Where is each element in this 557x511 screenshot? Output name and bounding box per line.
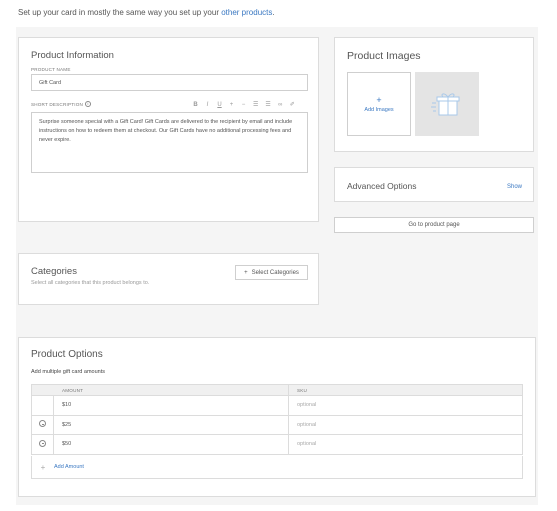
add-images-plus-icon: + (376, 95, 382, 105)
product-images-card: Product Images + Add Images (334, 37, 534, 152)
amount-input[interactable]: $10 (53, 395, 289, 416)
select-categories-plus-icon: + (244, 269, 248, 276)
minus-circle-icon (39, 439, 46, 447)
go-to-product-page-label: Go to product page (408, 222, 460, 228)
product-information-card: Product Information PRODUCT NAME Gift Ca… (18, 37, 319, 222)
short-description-textarea[interactable]: Surprise someone special with a Gift Car… (31, 112, 308, 173)
add-amount-plus-icon[interactable]: + (32, 463, 54, 472)
amount-input[interactable]: $25 (53, 414, 289, 435)
add-images-button[interactable]: + Add Images (347, 72, 411, 136)
table-row: $10 optional (31, 395, 523, 416)
remove-cell-empty (31, 395, 54, 416)
numbered-list-button[interactable]: ☰ (253, 101, 258, 108)
table-header-row: AMOUNT SKU (31, 384, 523, 396)
short-description-label-row: SHORT DESCRIPTION i (31, 101, 91, 107)
short-description-label: SHORT DESCRIPTION (31, 101, 83, 107)
link-icon[interactable]: ∞ (278, 102, 283, 108)
intro-text: Set up your card in mostly the same way … (18, 8, 275, 17)
gift-card-image[interactable] (415, 72, 479, 136)
advanced-options-title: Advanced Options (347, 181, 417, 191)
sku-input[interactable]: optional (288, 414, 523, 435)
add-images-label: Add Images (364, 107, 394, 113)
italic-button[interactable]: I (205, 102, 210, 108)
remove-row-button[interactable] (31, 414, 54, 435)
sku-input[interactable]: optional (288, 434, 523, 455)
formatting-toolbar: B I U + − ☰ ☰ ∞ ✐ (193, 101, 295, 109)
advanced-options-show-link[interactable]: Show (507, 184, 522, 190)
product-options-subtitle: Add multiple gift card amounts (31, 369, 105, 375)
categories-card: Categories Select all categories that th… (18, 253, 319, 305)
other-products-link[interactable]: other products (221, 8, 272, 17)
product-information-title: Product Information (31, 50, 114, 61)
intro-suffix: . (272, 8, 275, 17)
select-categories-label: Select Categories (251, 269, 299, 276)
advanced-options-card: Advanced Options Show (334, 167, 534, 202)
table-row: $50 optional (31, 434, 523, 455)
bold-button[interactable]: B (193, 102, 198, 108)
categories-title: Categories (31, 266, 77, 277)
sku-column-header: SKU (288, 384, 523, 396)
outdent-button[interactable]: − (241, 102, 246, 108)
select-categories-button[interactable]: + Select Categories (235, 265, 308, 280)
amount-input[interactable]: $50 (53, 434, 289, 455)
clear-format-icon[interactable]: ✐ (290, 101, 295, 108)
go-to-product-page-button[interactable]: Go to product page (334, 217, 534, 233)
product-name-label: PRODUCT NAME (31, 67, 71, 72)
remove-row-button[interactable] (31, 434, 54, 455)
add-amount-row: + Add Amount (31, 456, 523, 479)
categories-hint: Select all categories that this product … (31, 280, 150, 286)
sku-input[interactable]: optional (288, 395, 523, 416)
bulleted-list-button[interactable]: ☰ (265, 101, 270, 108)
product-images-title: Product Images (347, 50, 421, 62)
gift-amounts-table: AMOUNT SKU $10 optional $25 optional $50… (31, 384, 523, 455)
minus-circle-icon (39, 420, 46, 428)
product-name-input[interactable]: Gift Card (31, 74, 308, 91)
amount-column-header: AMOUNT (31, 384, 289, 396)
intro-label: Set up your card in mostly the same way … (18, 8, 219, 17)
add-amount-link[interactable]: Add Amount (54, 464, 84, 470)
underline-button[interactable]: U (217, 102, 222, 108)
table-row: $25 optional (31, 414, 523, 435)
info-icon[interactable]: i (84, 101, 91, 107)
indent-button[interactable]: + (229, 102, 234, 108)
gift-box-icon (431, 93, 460, 116)
product-options-title: Product Options (31, 349, 103, 360)
